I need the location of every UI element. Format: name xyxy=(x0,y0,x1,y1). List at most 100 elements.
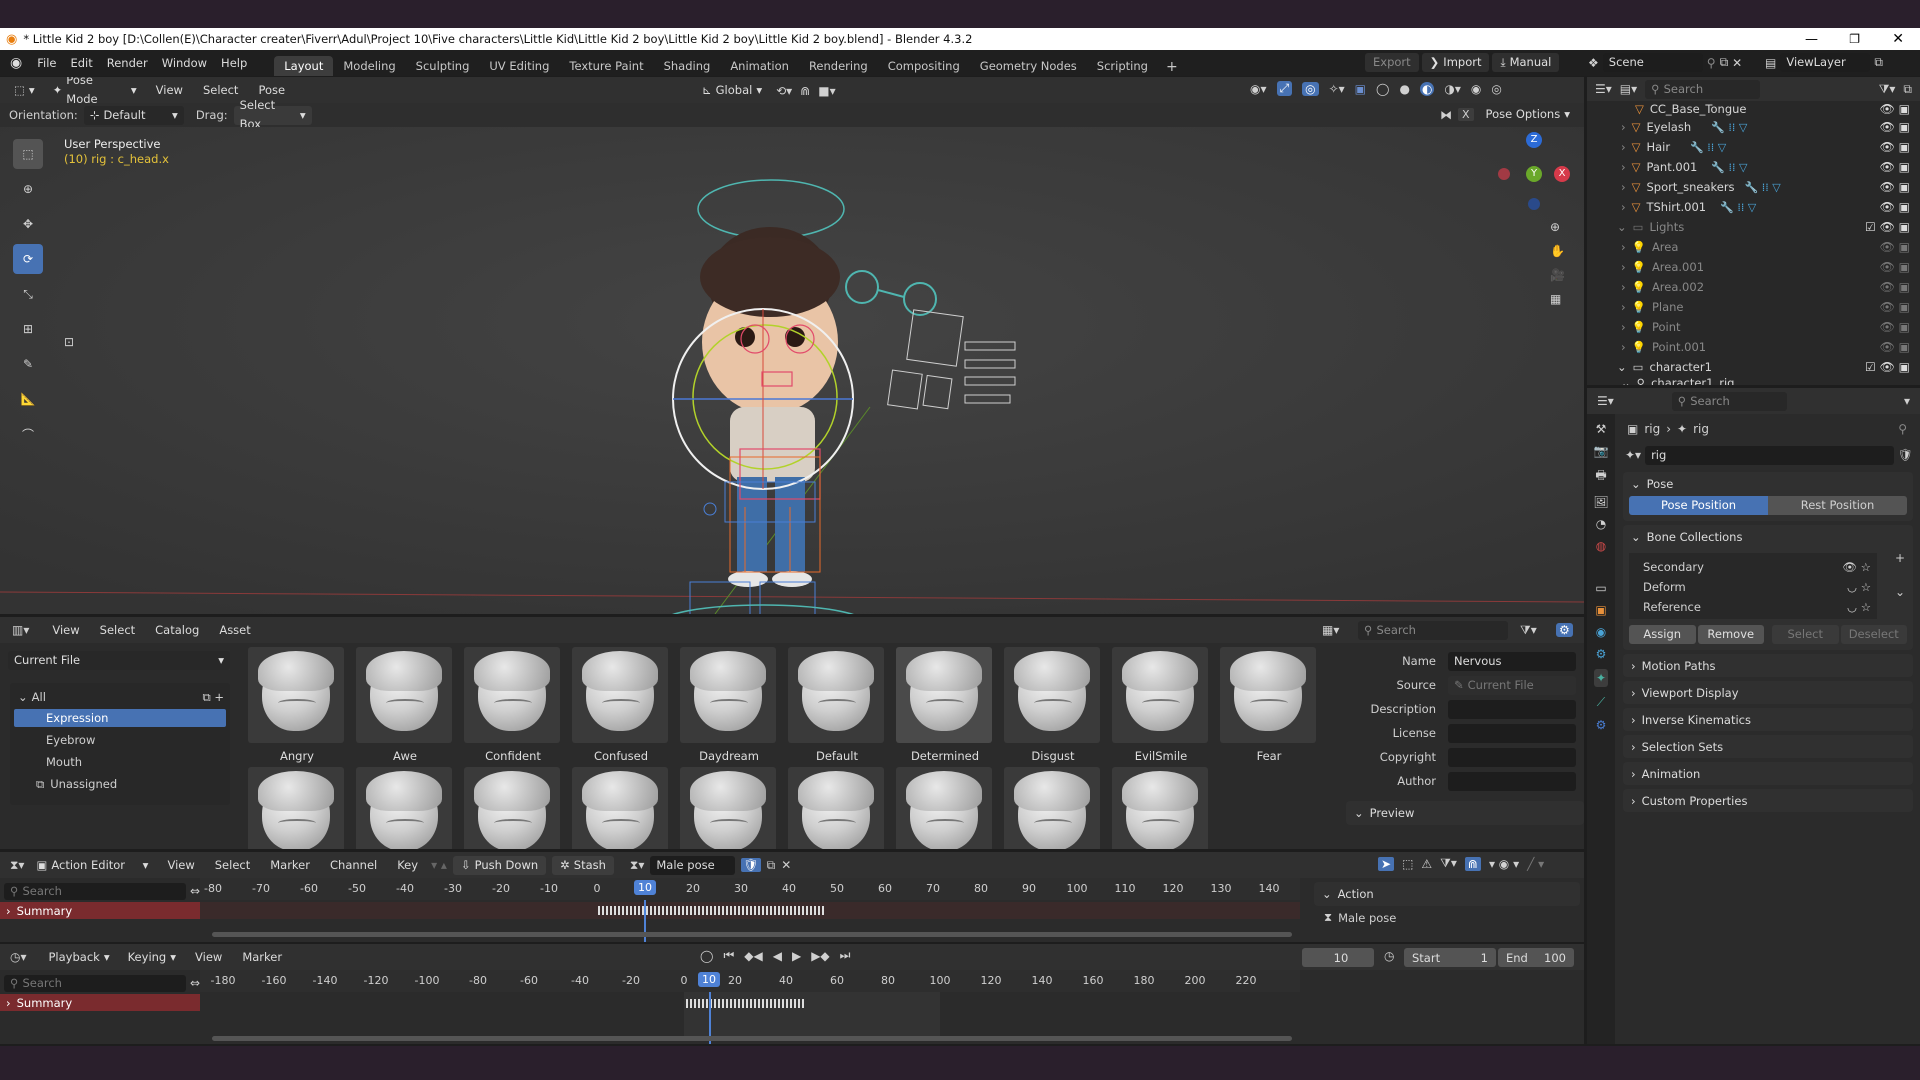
asset-item[interactable]: Disgust xyxy=(1004,647,1102,763)
xray-icon[interactable]: ▣ xyxy=(1355,82,1366,96)
action-scrollbar[interactable] xyxy=(212,932,1292,937)
asset-item[interactable] xyxy=(356,767,454,849)
auto-keying-icon[interactable]: ◯ xyxy=(700,949,713,963)
manual-button[interactable]: ⤓ Manual xyxy=(1492,53,1560,72)
asset-menu-asset[interactable]: Asset xyxy=(212,623,257,637)
expand-arrow-icon[interactable]: › xyxy=(1621,200,1626,214)
eye-icon[interactable]: 👁 ▣ xyxy=(1880,160,1910,174)
collection-menu-icon[interactable]: ⌄ xyxy=(1895,585,1905,599)
gizmo-neg-x[interactable] xyxy=(1498,168,1510,180)
asset-item[interactable]: Default xyxy=(788,647,886,763)
overlay-icon[interactable]: ◎ xyxy=(1302,81,1319,96)
tab-layout[interactable]: Layout xyxy=(274,56,334,76)
only-selected-icon[interactable]: ➤ xyxy=(1378,856,1395,871)
viewlayer-field[interactable]: ViewLayer xyxy=(1780,53,1871,72)
menu-render[interactable]: Render xyxy=(100,56,155,70)
asset-menu-catalog[interactable]: Catalog xyxy=(148,623,206,637)
measure-tool[interactable]: 📐 xyxy=(13,384,43,414)
catalog-all[interactable]: ⌄ All ⧉ + xyxy=(10,687,230,707)
gizmo-y-label[interactable]: Y xyxy=(1526,166,1542,182)
bone-tab-icon[interactable]: ⟋ xyxy=(1597,695,1605,710)
next-keyframe-icon[interactable]: ▶◆ xyxy=(811,949,829,963)
action-menu-marker[interactable]: Marker xyxy=(263,858,317,872)
zoom-icon[interactable]: ⊕ xyxy=(1550,220,1565,234)
action-menu-view[interactable]: View xyxy=(160,858,201,872)
outliner-item[interactable]: › 💡 Area.002 👁 ▣ xyxy=(1587,277,1920,297)
end-frame-field[interactable]: End 100 xyxy=(1498,948,1574,967)
outliner-item[interactable]: › ▽ Sport_sneakers 🔧 ⁞⁞ ▽ 👁 ▣ xyxy=(1587,177,1920,197)
asset-item[interactable]: EvilSmile xyxy=(1112,647,1210,763)
asset-item[interactable]: Fear xyxy=(1220,647,1318,763)
action-ruler[interactable]: -80 -70 -60 -50 -40 -30 -20 -10 0 10 20 … xyxy=(200,878,1300,900)
expand-arrow-icon[interactable]: › xyxy=(1621,180,1626,194)
asset-filter-icon[interactable]: ⧩▾ xyxy=(1520,623,1537,638)
current-frame-indicator[interactable]: 10 xyxy=(634,880,656,895)
menu-window[interactable]: Window xyxy=(155,56,214,70)
add-collection-icon[interactable]: + xyxy=(1895,551,1905,565)
bone-collection-item[interactable]: Secondary 👁 ☆ xyxy=(1629,557,1877,577)
asset-settings-icon[interactable]: ⚙ xyxy=(1556,623,1573,637)
selection-sets-panel[interactable]: › Selection Sets xyxy=(1623,735,1913,758)
viewport-menu-view[interactable]: View xyxy=(149,83,190,97)
move-tool[interactable]: ✥ xyxy=(13,209,43,239)
current-frame-indicator[interactable]: 10 xyxy=(698,972,720,987)
motion-paths-panel[interactable]: › Motion Paths xyxy=(1623,654,1913,677)
orientation-dropdown[interactable]: ⊹ Default ▾ xyxy=(83,105,184,125)
asset-item[interactable] xyxy=(572,767,670,849)
mode-dropdown[interactable]: ✦ Pose Mode ▾ xyxy=(46,77,143,106)
outliner-item[interactable]: › ▽ Pant.001 🔧 ⁞⁞ ▽ 👁 ▣ xyxy=(1587,157,1920,177)
bone-collection-item[interactable]: Reference ◡ ☆ xyxy=(1629,597,1877,617)
scene-tab-icon[interactable]: ◔ xyxy=(1596,517,1606,531)
expand-arrow-icon[interactable]: › xyxy=(1621,120,1626,134)
expand-arrow-icon[interactable]: › xyxy=(1621,260,1626,274)
bone-envelope-tool[interactable]: ⌒ xyxy=(13,419,43,449)
asset-author-field[interactable] xyxy=(1448,771,1576,791)
collection-tab-icon[interactable]: ▭ xyxy=(1595,581,1606,595)
action-summary-channel[interactable]: › Summary xyxy=(0,902,200,919)
picker-toggle-icon[interactable]: ⊡ xyxy=(64,335,74,349)
asset-item[interactable]: Daydream xyxy=(680,647,778,763)
eye-icon[interactable]: 👁 ▣ xyxy=(1880,300,1910,314)
tab-scripting[interactable]: Scripting xyxy=(1087,56,1158,76)
tab-animation[interactable]: Animation xyxy=(720,56,799,76)
assign-button[interactable]: Assign xyxy=(1629,625,1696,644)
duplicate-action-icon[interactable]: ⧉ xyxy=(767,858,776,873)
asset-menu-select[interactable]: Select xyxy=(93,623,142,637)
delete-scene-icon[interactable]: ✕ xyxy=(1732,56,1742,70)
menu-edit[interactable]: Edit xyxy=(63,56,99,70)
push-down-button[interactable]: ⇩ Push Down xyxy=(452,855,547,875)
action-menu-channel[interactable]: Channel xyxy=(323,858,384,872)
tab-modeling[interactable]: Modeling xyxy=(333,56,405,76)
current-frame-field[interactable]: 10 xyxy=(1302,948,1374,967)
eye-icon[interactable]: 👁 ▣ xyxy=(1880,140,1910,154)
eye-icon[interactable]: ☑ 👁 ▣ xyxy=(1865,360,1910,374)
rest-position-button[interactable]: Rest Position xyxy=(1768,496,1907,515)
eye-icon[interactable]: 👁 ▣ xyxy=(1880,240,1910,254)
asset-description-field[interactable] xyxy=(1448,699,1576,719)
timeline-scrollbar[interactable] xyxy=(212,1036,1292,1041)
asset-name-field[interactable]: Nervous xyxy=(1448,651,1576,671)
shading-wireframe-icon[interactable]: ◯ xyxy=(1376,82,1389,96)
properties-editor-icon[interactable]: ☰▾ xyxy=(1597,394,1614,408)
asset-item[interactable] xyxy=(248,767,346,849)
eye-icon[interactable]: 👁 ▣ xyxy=(1880,280,1910,294)
asset-item[interactable]: Determined xyxy=(896,647,994,763)
timeline-editor-icon[interactable]: ◷▾ xyxy=(10,950,27,964)
catalog-unassigned[interactable]: ⧉ Unassigned xyxy=(10,773,230,795)
eye-icon[interactable]: 👁 ▣ xyxy=(1880,180,1910,194)
preview-panel-header[interactable]: ⌄ Preview xyxy=(1346,801,1584,825)
timeline-ruler[interactable]: -180 -160 -140 -120 -100 -80 -60 -40 -20… xyxy=(200,970,1300,992)
asset-item[interactable] xyxy=(896,767,994,849)
annotate-tool[interactable]: ✎ xyxy=(13,349,43,379)
import-button[interactable]: ❯ Import xyxy=(1421,53,1490,72)
interpolation-icon[interactable]: ╱ ▾ xyxy=(1527,857,1544,871)
action-snap-icon[interactable]: ⋒ xyxy=(1464,856,1481,871)
pin-icon[interactable]: ⚲ xyxy=(1707,56,1716,70)
collapse-arrow-icon[interactable]: ⌄ xyxy=(1621,377,1631,385)
action-menu-key[interactable]: Key xyxy=(390,858,425,872)
tab-rendering[interactable]: Rendering xyxy=(799,56,878,76)
properties-options-icon[interactable]: ▾ xyxy=(1904,394,1910,408)
action-name-field[interactable]: Male pose xyxy=(650,855,736,875)
action-menu-select[interactable]: Select xyxy=(208,858,257,872)
action-keyframes[interactable] xyxy=(598,906,826,915)
